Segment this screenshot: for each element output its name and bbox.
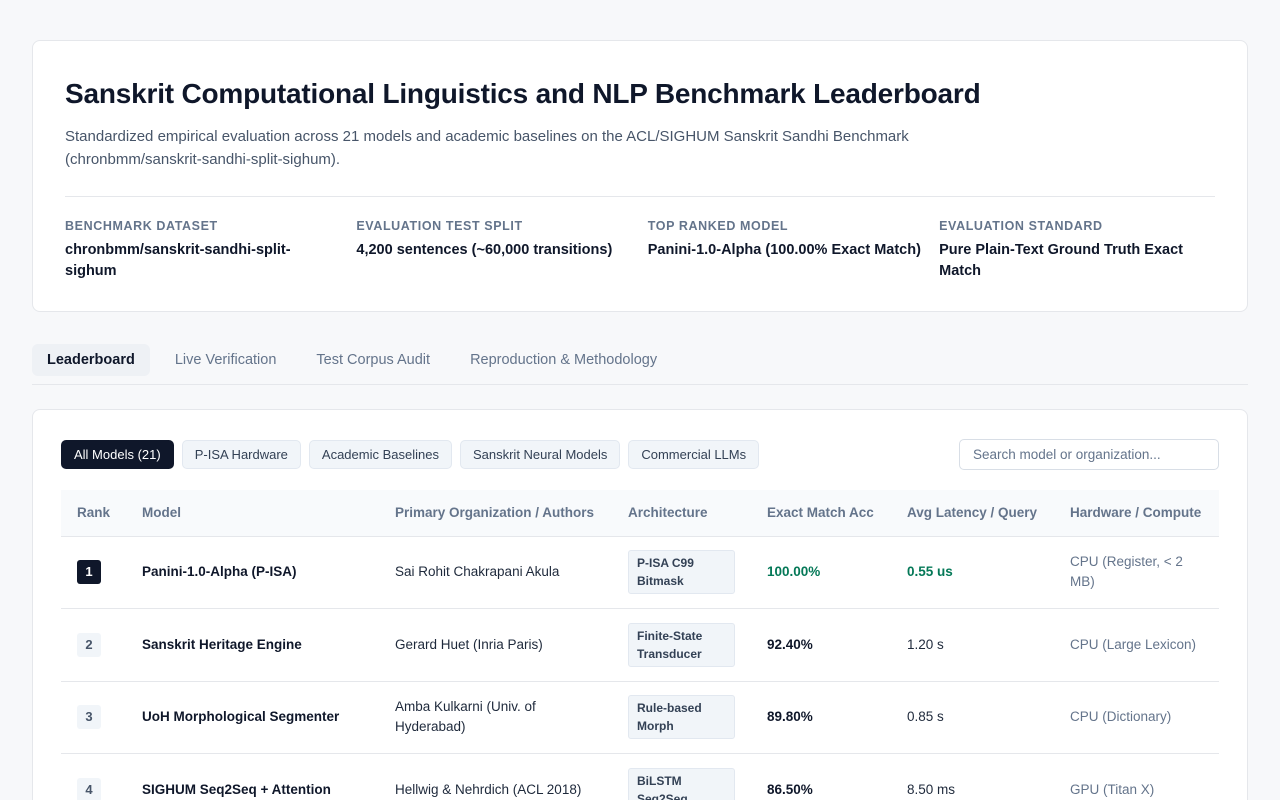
stat-label: Benchmark Dataset: [65, 219, 218, 233]
filter-commercial-llms[interactable]: Commercial LLMs: [628, 440, 760, 469]
table-row[interactable]: 3 UoH Morphological Segmenter Amba Kulka…: [61, 681, 1219, 754]
search-input[interactable]: [959, 439, 1219, 470]
filter-chips: All Models (21) P-ISA Hardware Academic …: [61, 440, 767, 469]
table-header-row: Rank Model Primary Organization / Author…: [61, 490, 1219, 537]
organization: Sai Rohit Chakrapani Akula: [379, 536, 612, 609]
architecture-tag: P-ISA C99 Bitmask: [628, 550, 735, 595]
tab-test-corpus-audit[interactable]: Test Corpus Audit: [301, 344, 445, 376]
table-row[interactable]: 2 Sanskrit Heritage Engine Gerard Huet (…: [61, 608, 1219, 682]
model-name: UoH Morphological Segmenter: [126, 681, 379, 754]
rank-badge: 3: [77, 705, 101, 730]
stats-row: Benchmark Dataset chronbmm/sanskrit-sand…: [65, 218, 1215, 282]
rank-badge: 2: [77, 632, 101, 657]
stat-label: Top Ranked Model: [647, 219, 789, 233]
model-name: Sanskrit Heritage Engine: [126, 608, 379, 682]
leaderboard-table: Rank Model Primary Organization / Author…: [61, 490, 1219, 800]
filter-all-models[interactable]: All Models (21): [61, 440, 174, 469]
architecture-tag: Rule-based Morph: [628, 695, 735, 740]
hardware: CPU (Dictionary): [1054, 681, 1219, 754]
header-divider: [65, 196, 1215, 197]
hardware: CPU (Register, < 2 MB): [1054, 536, 1219, 609]
hardware: CPU (Large Lexicon): [1054, 608, 1219, 682]
rank-badge: 4: [77, 777, 101, 800]
filter-academic-baselines[interactable]: Academic Baselines: [308, 440, 452, 469]
column-header-latency[interactable]: Avg Latency / Query: [891, 490, 1054, 537]
tab-reproduction-methodology[interactable]: Reproduction & Methodology: [455, 344, 672, 376]
organization: Hellwig & Nehrdich (ACL 2018): [379, 753, 612, 800]
stat-top-ranked-model: Top Ranked Model Panini-1.0-Alpha (100.0…: [648, 218, 939, 282]
hardware: GPU (Titan X): [1054, 753, 1219, 800]
stat-value: 4,200 sentences (~60,000 transitions): [356, 242, 613, 258]
column-header-organization[interactable]: Primary Organization / Authors: [379, 490, 612, 537]
stat-value: Panini-1.0-Alpha (100.00% Exact Match): [647, 242, 921, 258]
header-card: Sanskrit Computational Linguistics and N…: [32, 40, 1248, 312]
rank-badge: 1: [77, 560, 101, 585]
stat-label: Evaluation Standard: [939, 219, 1103, 233]
stat-evaluation-test-split: Evaluation Test Split 4,200 sentences (~…: [356, 218, 647, 282]
architecture-tag: BiLSTM Seq2Seq: [628, 767, 735, 800]
exact-match-accuracy: 100.00%: [751, 536, 891, 609]
organization: Gerard Huet (Inria Paris): [379, 608, 612, 682]
table-row[interactable]: 1 Panini-1.0-Alpha (P-ISA) Sai Rohit Cha…: [61, 536, 1219, 609]
stat-evaluation-standard: Evaluation Standard Pure Plain-Text Grou…: [939, 218, 1215, 282]
avg-latency: 0.55 us: [891, 536, 1054, 609]
filter-p-isa-hardware[interactable]: P-ISA Hardware: [181, 440, 301, 469]
stat-label: Evaluation Test Split: [356, 219, 523, 233]
column-header-model[interactable]: Model: [126, 490, 379, 537]
column-header-exact-match[interactable]: Exact Match Acc: [751, 490, 891, 537]
leaderboard-card: All Models (21) P-ISA Hardware Academic …: [32, 409, 1248, 800]
model-name: SIGHUM Seq2Seq + Attention: [126, 753, 379, 800]
table-row[interactable]: 4 SIGHUM Seq2Seq + Attention Hellwig & N…: [61, 753, 1219, 800]
avg-latency: 8.50 ms: [891, 753, 1054, 800]
exact-match-accuracy: 92.40%: [751, 608, 891, 682]
page-subtitle: Standardized empirical evaluation across…: [65, 128, 909, 168]
tab-leaderboard[interactable]: Leaderboard: [32, 343, 150, 376]
avg-latency: 0.85 s: [891, 681, 1054, 754]
organization: Amba Kulkarni (Univ. of Hyderabad): [379, 681, 612, 754]
column-header-rank[interactable]: Rank: [61, 490, 126, 537]
column-header-architecture[interactable]: Architecture: [612, 490, 751, 537]
architecture-tag: Finite-State Transducer: [628, 622, 735, 667]
column-header-hardware[interactable]: Hardware / Compute: [1054, 490, 1219, 537]
stat-benchmark-dataset: Benchmark Dataset chronbmm/sanskrit-sand…: [65, 218, 356, 282]
filter-sanskrit-neural-models[interactable]: Sanskrit Neural Models: [459, 440, 621, 469]
page-title: Sanskrit Computational Linguistics and N…: [65, 78, 981, 109]
stat-value: chronbmm/sanskrit-sandhi-split-sighum: [65, 242, 291, 279]
exact-match-accuracy: 89.80%: [751, 681, 891, 754]
filter-toolbar: All Models (21) P-ISA Hardware Academic …: [61, 439, 1219, 470]
tab-bar: Leaderboard Live Verification Test Corpu…: [32, 343, 1248, 385]
stat-value: Pure Plain-Text Ground Truth Exact Match: [939, 242, 1183, 279]
exact-match-accuracy: 86.50%: [751, 753, 891, 800]
tab-live-verification[interactable]: Live Verification: [160, 344, 292, 376]
avg-latency: 1.20 s: [891, 608, 1054, 682]
model-name: Panini-1.0-Alpha (P-ISA): [126, 536, 379, 609]
